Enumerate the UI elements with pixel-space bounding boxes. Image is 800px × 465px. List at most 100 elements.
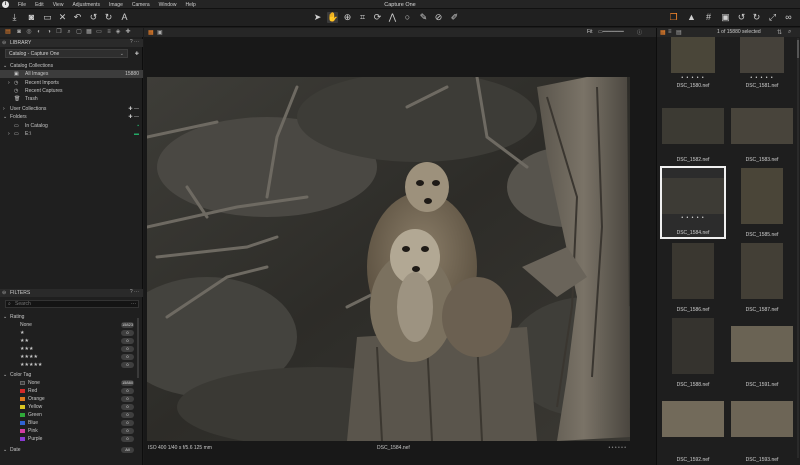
camera-icon[interactable]: ◙ — [26, 12, 37, 23]
filters-section-header[interactable]: ⊖ FILTERS ? ··· — [0, 289, 143, 297]
warning-icon[interactable]: ▲ — [686, 12, 697, 23]
scrollbar[interactable] — [137, 318, 139, 378]
recent-imports-item[interactable]: › ◷ Recent Imports — [0, 79, 143, 87]
menu-window[interactable]: Window — [159, 2, 177, 8]
expand-arrow-icon[interactable]: › — [8, 131, 10, 137]
date-group[interactable]: ⌄ Date All — [0, 446, 143, 454]
thumbnail[interactable]: DSC_1586.nef — [660, 241, 726, 314]
main-photo[interactable] — [147, 77, 630, 441]
collapse-arrow-icon[interactable]: ⌄ — [3, 447, 7, 453]
color-tab-icon[interactable]: ◐ — [35, 29, 43, 36]
app-logo-icon[interactable]: i — [2, 1, 9, 8]
collapse-arrow-icon[interactable]: ⌄ — [3, 114, 7, 120]
rating-row[interactable]: ★★ 0 — [0, 337, 143, 345]
grid-icon[interactable]: # — [703, 12, 714, 23]
color-tag-group[interactable]: ⌄ Color Tag — [0, 371, 143, 379]
redo-adjust-icon[interactable]: ↻ — [751, 12, 762, 23]
thumbnail-selected[interactable]: • • • • • DSC_1584.nef — [660, 166, 726, 239]
color-row[interactable]: Purple 0 — [0, 435, 143, 443]
rating-row[interactable]: ★ 0 — [0, 329, 143, 337]
folders-group[interactable]: ⌄ Folders ✚ — — [0, 113, 143, 121]
rating-row[interactable]: ★★★★★ 0 — [0, 361, 143, 369]
rating-group[interactable]: ⌄ Rating — [0, 313, 143, 321]
thumbnail[interactable]: DSC_1593.nef — [729, 391, 795, 464]
glasses-icon[interactable]: ∞ — [783, 12, 794, 23]
add-remove-icon[interactable]: ✚ — — [128, 114, 139, 120]
zoom-level[interactable]: Fit — [587, 29, 593, 35]
annotate-icon[interactable]: ✐ — [449, 12, 460, 23]
custom-tab-icon[interactable]: ✚ — [124, 29, 132, 36]
thumbnail[interactable]: DSC_1587.nef — [729, 241, 795, 314]
expand-icon[interactable]: ⤢ — [767, 12, 778, 23]
sort-icon[interactable]: ⇅ — [777, 29, 782, 36]
rating-row[interactable]: ★★★ 0 — [0, 345, 143, 353]
collapse-arrow-icon[interactable]: ⌄ — [3, 63, 7, 69]
user-collections-group[interactable]: › User Collections ✚ — — [0, 105, 143, 113]
list-view-icon[interactable]: ≡ — [668, 29, 672, 35]
folder-icon[interactable]: ▭ — [42, 12, 53, 23]
rating-dots[interactable]: • • • • • • — [609, 445, 626, 451]
delete-icon[interactable]: ✕ — [57, 12, 68, 23]
menu-adjustments[interactable]: Adjustments — [72, 2, 100, 8]
thumbnail[interactable]: DSC_1591.nef — [729, 316, 795, 389]
color-row[interactable]: Green 0 — [0, 411, 143, 419]
scrollbar-thumb[interactable] — [797, 40, 799, 58]
batch-tab-icon[interactable]: ≡ — [105, 29, 113, 36]
spot-removal-icon[interactable]: ○ — [402, 12, 413, 23]
rating-row[interactable]: ★★★★ 0 — [0, 353, 143, 361]
search-input[interactable] — [15, 301, 125, 307]
filter-search-box[interactable]: ⌕ ··· — [5, 300, 139, 308]
color-row[interactable]: None 15880 — [0, 379, 143, 387]
thumbnail[interactable]: • • • • • DSC_1580.nef — [660, 37, 726, 90]
output-tab-icon[interactable]: ▭ — [95, 29, 103, 36]
keystone-icon[interactable]: ⋀ — [387, 12, 398, 23]
metadata-tab-icon[interactable]: ▦ — [85, 29, 93, 36]
filmstrip-view-icon[interactable]: ▤ — [676, 29, 682, 36]
text-tool-icon[interactable]: A — [119, 12, 130, 23]
expand-arrow-icon[interactable]: › — [3, 106, 5, 112]
rating-dots[interactable]: • • • • • — [660, 75, 726, 81]
color-row[interactable]: Orange 0 — [0, 395, 143, 403]
in-catalog-item[interactable]: ▭ In Catalog ▪ — [0, 122, 143, 130]
color-row[interactable]: Red 0 — [0, 387, 143, 395]
color-row[interactable]: Yellow 0 — [0, 403, 143, 411]
redo-icon[interactable]: ↻ — [103, 12, 114, 23]
section-menu-icon[interactable]: ? ··· — [130, 39, 139, 45]
grid-view-icon[interactable]: ▦ — [148, 29, 154, 36]
exposure-tab-icon[interactable]: ◑ — [45, 29, 53, 36]
library-tab-icon[interactable]: ▤ — [4, 29, 12, 36]
zoom-icon[interactable]: ⊕ — [342, 12, 353, 23]
trash-item[interactable]: 🗑 Trash — [0, 95, 143, 103]
layers-icon[interactable]: ❐ — [668, 12, 679, 23]
copy-adjust-icon[interactable]: ▣ — [720, 12, 731, 23]
undo-all-icon[interactable]: ↶ — [72, 12, 83, 23]
rating-row[interactable]: None 15823 — [0, 321, 143, 329]
thumbnail[interactable]: DSC_1585.nef — [729, 166, 795, 239]
drive-item[interactable]: › ▭ E:\ ▬ — [0, 130, 143, 138]
adjust-tab-icon[interactable]: ▢ — [75, 29, 83, 36]
styles-tab-icon[interactable]: ◈ — [114, 29, 122, 36]
library-section-header[interactable]: ⊖ LIBRARY ? ··· — [0, 39, 143, 47]
select-cursor-icon[interactable]: ➤ — [312, 12, 323, 23]
menu-edit[interactable]: Edit — [35, 2, 44, 8]
menu-file[interactable]: File — [18, 2, 26, 8]
collapse-arrow-icon[interactable]: ⌄ — [3, 314, 7, 320]
details-tab-icon[interactable]: ⌕ — [65, 29, 73, 36]
info-icon[interactable]: ⓘ — [637, 29, 642, 36]
thumbnail[interactable]: DSC_1583.nef — [729, 92, 795, 164]
capture-tab-icon[interactable]: ◙ — [15, 29, 23, 36]
add-remove-icon[interactable]: ✚ — — [128, 106, 139, 112]
menu-camera[interactable]: Camera — [132, 2, 150, 8]
all-images-item[interactable]: ▣ All Images 15880 — [0, 70, 143, 78]
pan-hand-icon[interactable]: ✋ — [327, 12, 338, 23]
menu-image[interactable]: Image — [109, 2, 123, 8]
rating-dots[interactable]: • • • • • — [662, 215, 724, 221]
catalog-settings-icon[interactable]: ✚ — [135, 51, 139, 57]
color-row[interactable]: Pink 0 — [0, 427, 143, 435]
reset-icon[interactable]: ↺ — [736, 12, 747, 23]
rotate-icon[interactable]: ⟳ — [372, 12, 383, 23]
overlay-icon[interactable]: ▣ — [157, 29, 163, 36]
menu-help[interactable]: Help — [185, 2, 195, 8]
menu-view[interactable]: View — [53, 2, 64, 8]
collapse-icon[interactable]: ⊖ — [2, 40, 6, 46]
